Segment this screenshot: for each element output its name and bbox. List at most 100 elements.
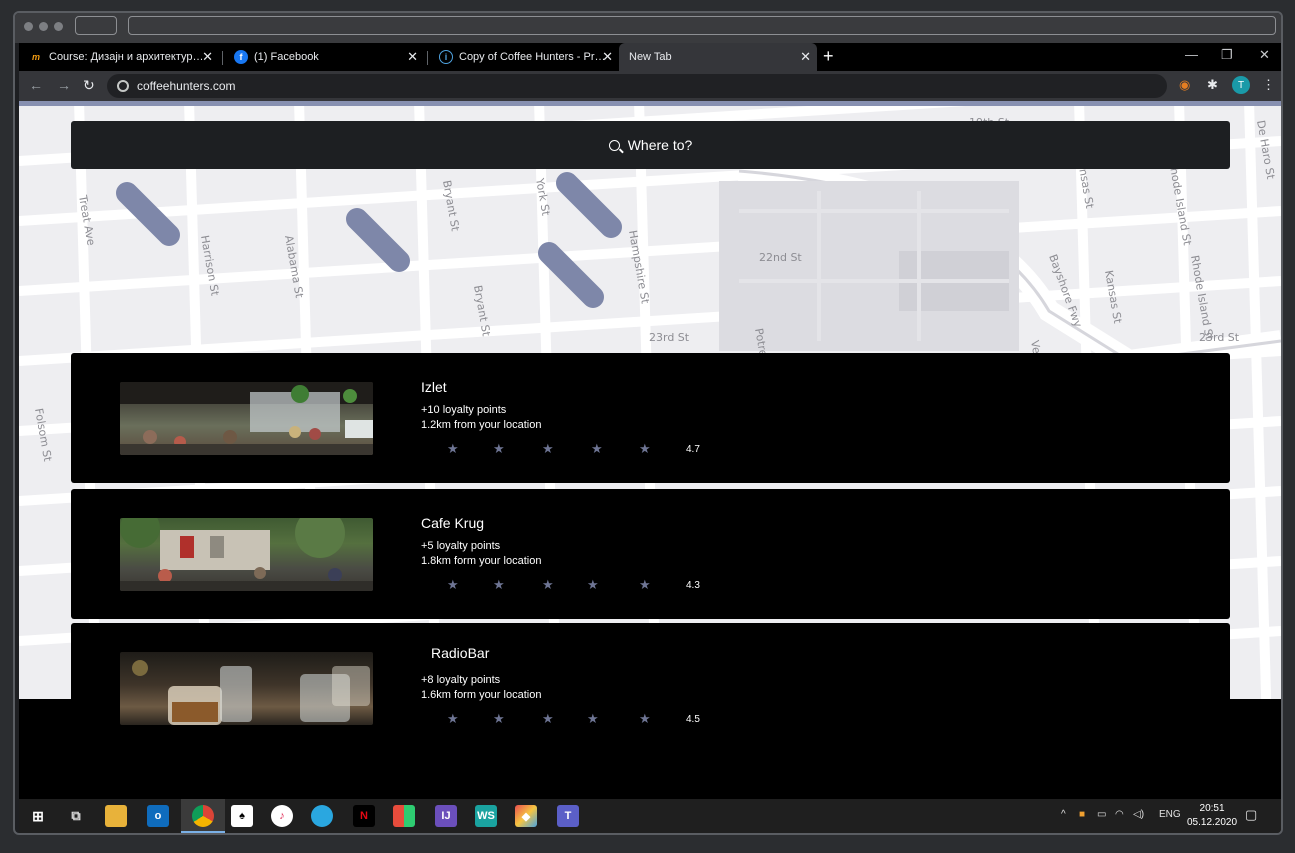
wifi-icon[interactable]: ◠ bbox=[1115, 809, 1124, 820]
rating-value: 4.3 bbox=[686, 580, 700, 591]
clock-time: 20:51 bbox=[1199, 803, 1225, 814]
teams-icon[interactable]: T bbox=[557, 805, 579, 827]
profile-avatar[interactable]: T bbox=[1232, 76, 1250, 94]
sidebar-toggle-button[interactable] bbox=[75, 16, 117, 35]
menu-kebab-icon[interactable]: ⋮ bbox=[1262, 77, 1275, 93]
cafe-card-radiobar[interactable]: RadioBar +8 loyalty points 1.6km form yo… bbox=[71, 623, 1230, 753]
tab-new[interactable]: New Tab ✕ bbox=[619, 43, 817, 71]
street-label: Harrison St bbox=[198, 234, 222, 297]
window-close-icon[interactable]: ✕ bbox=[1259, 47, 1270, 63]
windows-start-icon[interactable]: ⊞ bbox=[27, 805, 49, 827]
cafe-name: RadioBar bbox=[431, 645, 490, 661]
windows-taskbar: ⊞ ⧉ o ♠ ♪ N IJ WS ◆ T ^ ■ ▭ ◠ ◁) ENG 20:… bbox=[19, 799, 1281, 833]
webstorm-icon[interactable]: WS bbox=[475, 805, 497, 827]
star-icon[interactable]: ★ bbox=[587, 577, 599, 593]
forward-arrow-icon[interactable]: → bbox=[57, 77, 71, 93]
outlook-icon[interactable]: o bbox=[147, 805, 169, 827]
intellij-icon[interactable]: IJ bbox=[435, 805, 457, 827]
close-icon[interactable]: ✕ bbox=[800, 50, 811, 64]
star-icon[interactable]: ★ bbox=[591, 441, 603, 457]
star-icon[interactable]: ★ bbox=[587, 711, 599, 727]
tab-title: New Tab bbox=[629, 51, 672, 63]
back-arrow-icon[interactable]: ← bbox=[29, 77, 43, 93]
star-icon[interactable]: ★ bbox=[542, 711, 554, 727]
tab-protoio[interactable]: i Copy of Coffee Hunters - Proto.io ✕ bbox=[429, 43, 619, 71]
street-label: Kansas St bbox=[1102, 269, 1124, 325]
new-tab-plus-icon[interactable]: + bbox=[823, 46, 834, 67]
street-label: Rhode Island St bbox=[1166, 159, 1194, 247]
outer-address-field[interactable] bbox=[128, 16, 1276, 35]
office-icon[interactable] bbox=[393, 805, 415, 827]
tab-course[interactable]: m Course: Дизајн и архитектура на ✕ bbox=[19, 43, 219, 71]
cafe-photo-icon bbox=[120, 518, 373, 591]
volume-icon[interactable]: ◁) bbox=[1133, 809, 1144, 820]
title-strip bbox=[15, 13, 1281, 43]
star-icon[interactable]: ★ bbox=[493, 577, 505, 593]
itunes-icon[interactable]: ♪ bbox=[271, 805, 293, 827]
chevron-up-icon[interactable]: ^ bbox=[1061, 809, 1066, 820]
cafe-photo-icon bbox=[132, 660, 370, 725]
chrome-icon[interactable] bbox=[192, 805, 214, 827]
street-label: Folsom St bbox=[32, 407, 54, 463]
star-icon[interactable]: ★ bbox=[447, 441, 459, 457]
moodle-icon: m bbox=[31, 52, 40, 62]
cafe-name: Izlet bbox=[421, 379, 447, 395]
close-icon[interactable]: ✕ bbox=[407, 50, 418, 64]
system-clock[interactable]: 20:51 05.12.2020 bbox=[1187, 802, 1237, 830]
tab-divider bbox=[427, 51, 428, 65]
tab-facebook[interactable]: f (1) Facebook ✕ bbox=[224, 43, 424, 71]
minimize-icon[interactable]: — bbox=[1185, 47, 1198, 62]
star-icon[interactable]: ★ bbox=[447, 577, 459, 593]
cafe-card-cafe-krug[interactable]: Cafe Krug +5 loyalty points 1.8km form y… bbox=[71, 489, 1230, 619]
star-icon[interactable]: ★ bbox=[542, 441, 554, 457]
protoio-icon: i bbox=[439, 50, 453, 64]
cafe-photo bbox=[120, 382, 373, 455]
site-info-icon[interactable] bbox=[117, 80, 129, 92]
loyalty-points: +5 loyalty points bbox=[421, 540, 501, 552]
cafe-photo bbox=[120, 518, 373, 591]
star-icon[interactable]: ★ bbox=[447, 711, 459, 727]
close-icon[interactable]: ✕ bbox=[202, 50, 213, 64]
screen-frame: m Course: Дизајн и архитектура на ✕ f (1… bbox=[13, 11, 1283, 835]
window-dot-icon[interactable] bbox=[54, 22, 63, 31]
star-icon[interactable]: ★ bbox=[639, 441, 651, 457]
header-accent-bar bbox=[19, 101, 1281, 106]
extension-icon[interactable]: ◉ bbox=[1179, 77, 1190, 93]
restore-icon[interactable]: ❐ bbox=[1221, 47, 1233, 63]
cafe-distance: 1.2km from your location bbox=[421, 419, 542, 431]
task-view-icon[interactable]: ⧉ bbox=[65, 805, 87, 827]
tab-divider bbox=[222, 51, 223, 65]
browser-app-icon[interactable] bbox=[311, 805, 333, 827]
security-icon[interactable]: ■ bbox=[1079, 809, 1085, 820]
loyalty-points: +8 loyalty points bbox=[421, 674, 501, 686]
star-icon[interactable]: ★ bbox=[639, 577, 651, 593]
cafe-card-izlet[interactable]: Izlet +10 loyalty points 1.2km from your… bbox=[71, 353, 1230, 483]
cafe-distance: 1.8km form your location bbox=[421, 555, 542, 567]
sourcetree-icon[interactable]: ◆ bbox=[515, 805, 537, 827]
star-icon[interactable]: ★ bbox=[542, 577, 554, 593]
star-icon[interactable]: ★ bbox=[639, 711, 651, 727]
address-bar[interactable]: coffeehunters.com bbox=[107, 74, 1167, 98]
window-dot-icon[interactable] bbox=[39, 22, 48, 31]
street-label: De Haro St bbox=[1254, 119, 1277, 181]
cafe-photo-icon bbox=[120, 382, 373, 455]
where-to-search[interactable]: Where to? bbox=[71, 121, 1230, 169]
battery-icon[interactable]: ▭ bbox=[1097, 809, 1106, 820]
rating-value: 4.5 bbox=[686, 714, 700, 725]
solitaire-icon[interactable]: ♠ bbox=[231, 805, 253, 827]
puzzle-extensions-icon[interactable]: ✱ bbox=[1207, 77, 1218, 93]
close-icon[interactable]: ✕ bbox=[602, 50, 613, 64]
tab-title: (1) Facebook bbox=[254, 51, 319, 63]
star-icon[interactable]: ★ bbox=[493, 441, 505, 457]
search-placeholder: Where to? bbox=[627, 137, 693, 153]
page-viewport: Treat Ave Harrison St Alabama St Bryant … bbox=[19, 101, 1281, 799]
reload-icon[interactable]: ↻ bbox=[83, 77, 95, 94]
notifications-icon[interactable]: ▢ bbox=[1245, 807, 1257, 823]
star-icon[interactable]: ★ bbox=[493, 711, 505, 727]
street-label: 23rd St bbox=[1199, 331, 1240, 344]
netflix-icon[interactable]: N bbox=[353, 805, 375, 827]
window-dot-icon[interactable] bbox=[24, 22, 33, 31]
cafe-photo bbox=[120, 652, 373, 725]
file-explorer-icon[interactable] bbox=[105, 805, 127, 827]
language-indicator[interactable]: ENG bbox=[1159, 809, 1181, 820]
